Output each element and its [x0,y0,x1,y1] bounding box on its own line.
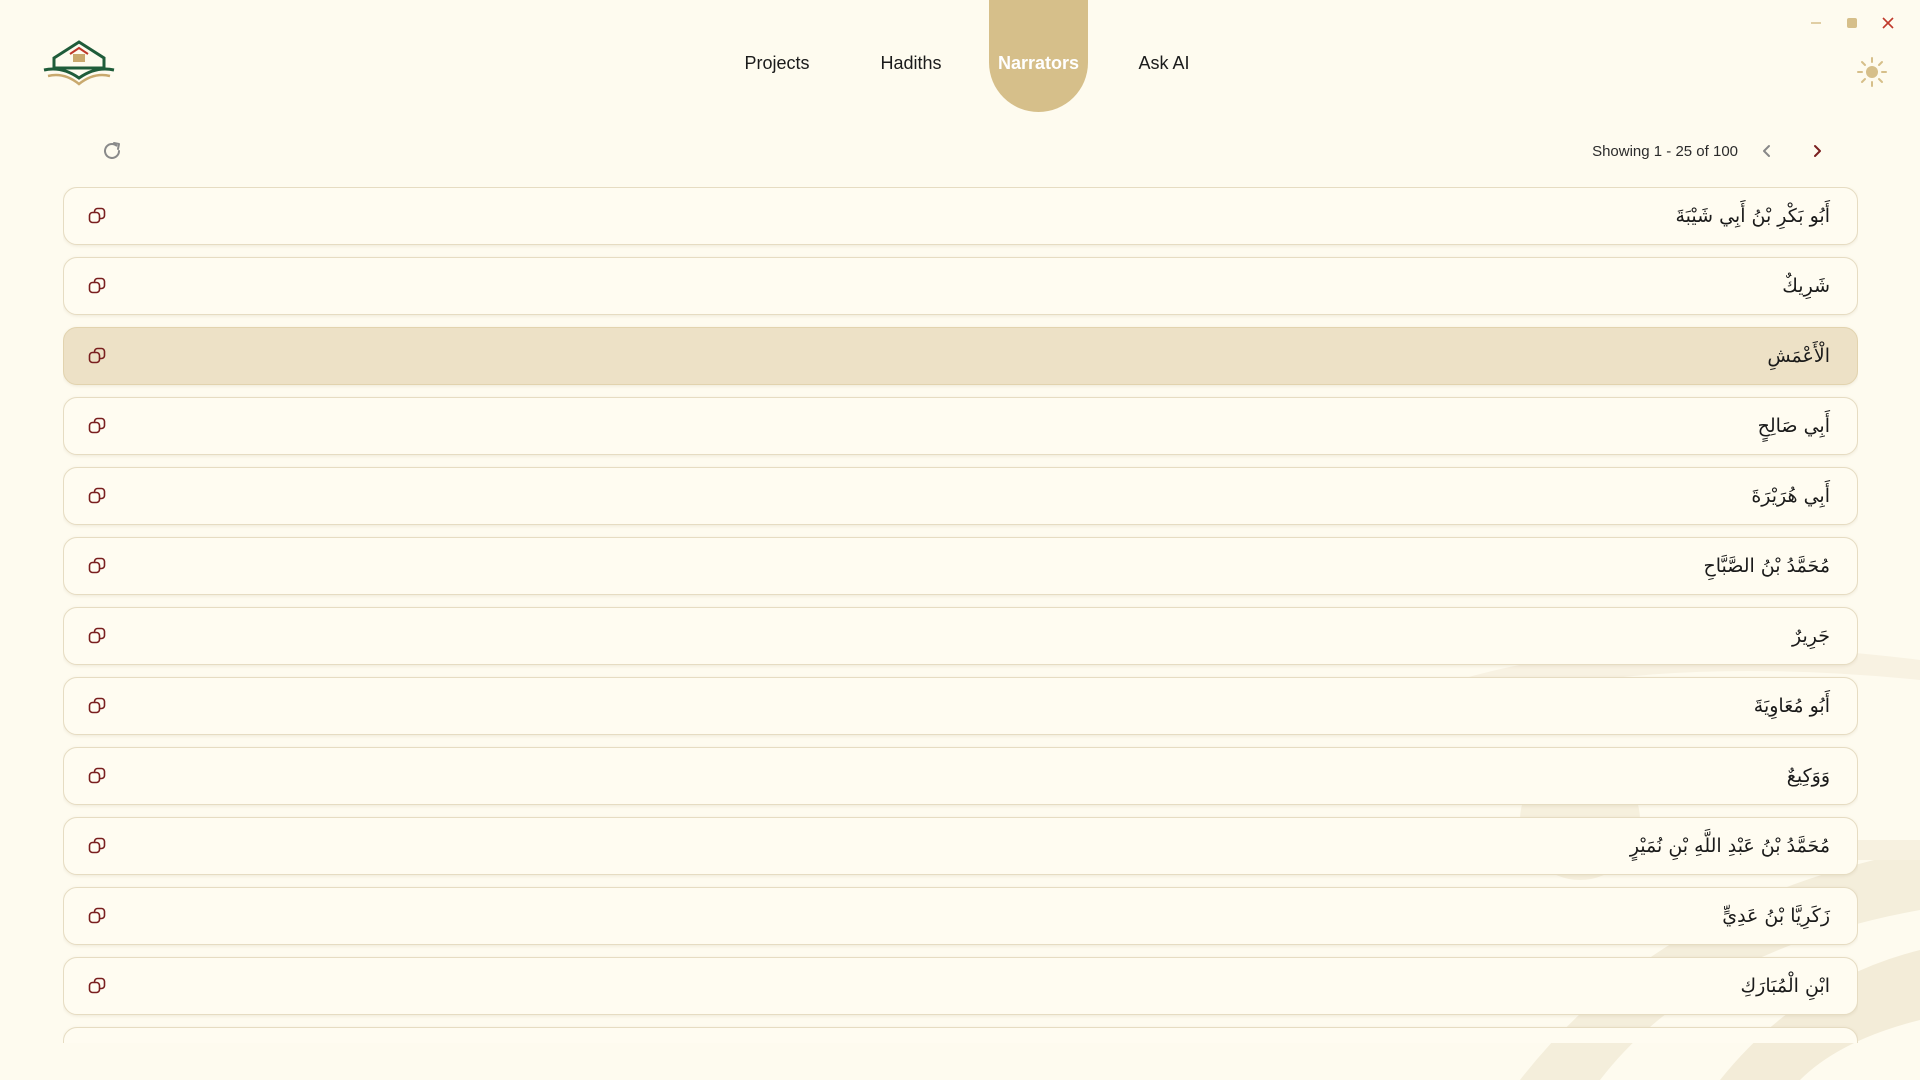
chevron-left-icon [1763,145,1770,157]
copy-icon [88,277,106,294]
tab-ask-ai[interactable]: Ask AI [1107,0,1221,112]
narrator-name: الْأَعْمَشِ [1767,345,1830,367]
tab-projects[interactable]: Projects [720,0,834,112]
narrator-name: مُحَمَّدُ بْنُ الصَّبَّاحِ [1703,555,1830,577]
refresh-icon[interactable] [100,139,124,163]
copy-button[interactable] [86,485,108,507]
window-controls [1798,12,1906,34]
previous-page-button[interactable] [1754,138,1780,164]
narrator-name: ابْنِ الْمُبَارَكِ [1740,975,1830,997]
narrator-list: أَبُو بَكْرِ بْنُ أَبِي شَيْبَةَ شَرِيكٌ ا… [63,187,1858,1043]
narrator-name: أَبُو مُعَاوِيَةَ [1753,695,1830,717]
copy-icon [88,977,106,994]
copy-button[interactable] [86,415,108,437]
copy-button[interactable] [86,765,108,787]
copy-icon [88,417,106,434]
copy-icon [88,207,106,224]
narrator-name: أَبِي صَالِحٍ [1757,415,1830,437]
narrator-row[interactable]: أَبُو بَكْرِ بْنُ أَبِي شَيْبَةَ [63,187,1858,245]
minimize-button[interactable] [1798,12,1834,34]
copy-button[interactable] [86,835,108,857]
narrator-name: وَوَكِيعٌ [1786,765,1830,787]
narrator-row[interactable]: ابْنِ الْمُبَارَكِ [63,957,1858,1015]
copy-icon [88,697,106,714]
narrator-row[interactable]: الْأَعْمَشِ [63,327,1858,385]
copy-button[interactable] [86,345,108,367]
narrator-name: جَرِيرٌ [1792,625,1830,647]
narrator-name: أَبُو بَكْرِ بْنُ أَبِي شَيْبَةَ [1675,205,1830,227]
pagination: Showing 1 - 25 of 100 [1592,138,1830,164]
maximize-button[interactable] [1834,12,1870,34]
copy-icon [88,487,106,504]
narrator-row[interactable]: أَبِي صَالِحٍ [63,397,1858,455]
narrator-name: أَبِي هُرَيْرَةَ [1751,485,1830,507]
main-nav: Projects Hadiths Narrators Ask AI [720,0,1221,112]
tab-narrators[interactable]: Narrators [989,0,1088,112]
copy-icon [88,907,106,924]
copy-icon [88,627,106,644]
close-button[interactable] [1870,12,1906,34]
copy-button[interactable] [86,205,108,227]
narrator-row[interactable]: مُحَمَّدُ بْنُ عَبْدِ اللَّهِ بْنِ نُمَي… [63,817,1858,875]
copy-button[interactable] [86,625,108,647]
copy-button[interactable] [86,695,108,717]
narrator-row[interactable]: أَبِي هُرَيْرَةَ [63,467,1858,525]
app-logo [43,40,115,86]
maximize-icon [1847,18,1857,28]
tab-hadiths[interactable]: Hadiths [854,0,968,112]
copy-icon [88,767,106,784]
chevron-right-icon [1814,145,1821,157]
sun-icon[interactable] [1856,56,1888,88]
narrator-name: شَرِيكٌ [1782,275,1830,297]
copy-icon [88,347,106,364]
narrator-row[interactable]: مُحَمَّدُ بْنُ الصَّبَّاحِ [63,537,1858,595]
next-page-button[interactable] [1804,138,1830,164]
narrator-row[interactable]: جَرِيرٌ [63,607,1858,665]
narrator-row[interactable]: شَرِيكٌ [63,257,1858,315]
narrator-name: زَكَرِيَّا بْنُ عَدِيٍّ [1722,905,1830,927]
narrator-row[interactable]: زَكَرِيَّا بْنُ عَدِيٍّ [63,887,1858,945]
narrator-name: مُحَمَّدُ بْنُ عَبْدِ اللَّهِ بْنِ نُمَي… [1629,835,1830,857]
copy-button[interactable] [86,275,108,297]
copy-icon [88,837,106,854]
narrator-row[interactable]: وَوَكِيعٌ [63,747,1858,805]
narrator-row[interactable] [63,1027,1858,1043]
copy-button[interactable] [86,905,108,927]
copy-icon [88,557,106,574]
minimize-icon [1811,22,1821,24]
copy-button[interactable] [86,975,108,997]
copy-button[interactable] [86,555,108,577]
close-icon [1882,17,1894,29]
pagination-status: Showing 1 - 25 of 100 [1592,142,1738,160]
narrator-row[interactable]: أَبُو مُعَاوِيَةَ [63,677,1858,735]
